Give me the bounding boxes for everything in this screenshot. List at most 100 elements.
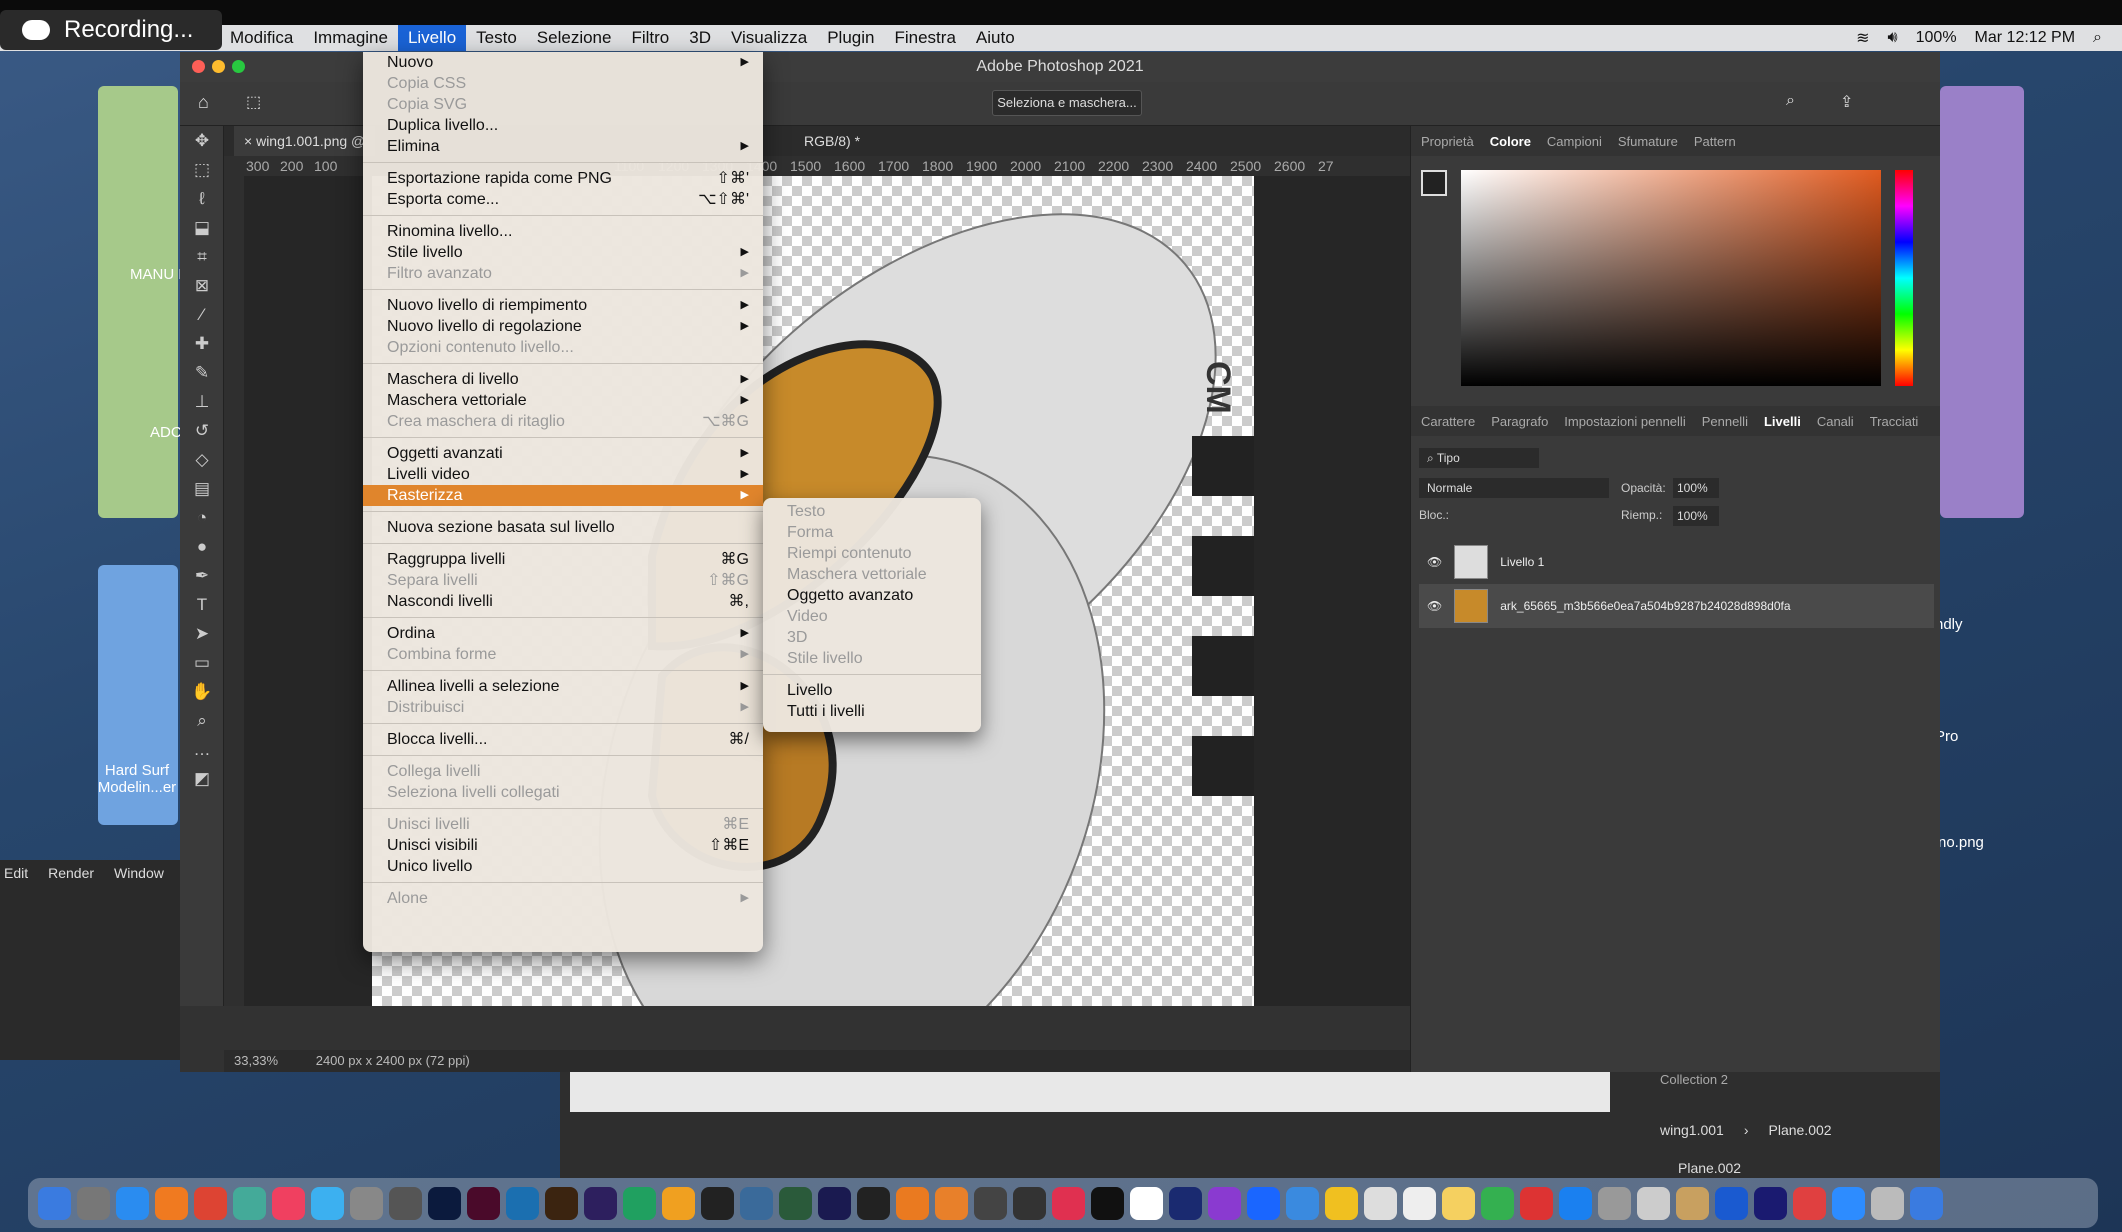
dock-app-firefox-icon[interactable] [155,1186,188,1220]
menu-item-allinea-livelli-a-selezione[interactable]: Allinea livelli a selezione ▶ [363,676,763,697]
dock-app-music-icon[interactable] [272,1186,305,1220]
menu-item-maschera-vettoriale[interactable]: Maschera vettoriale ▶ [363,390,763,411]
menu-item-rasterizza[interactable]: Rasterizza ▶ [363,485,763,506]
minimize-icon[interactable] [212,60,225,73]
tab-paragraph[interactable]: Paragrafo [1491,414,1548,429]
blender-menu-window[interactable]: Window [114,865,164,881]
menu-item-unico-livello[interactable]: Unico livello [363,856,763,877]
lasso-tool-icon[interactable]: ℓ [180,184,224,213]
pen-tool-icon[interactable]: ✒ [180,561,224,590]
blender-menu-edit[interactable]: Edit [4,865,28,881]
fill-input[interactable]: 100% [1673,506,1719,526]
hue-slider[interactable] [1895,170,1913,386]
color-swatches-icon[interactable]: ◩ [180,764,224,793]
marquee-icon[interactable]: ⬚ [246,92,261,112]
dock-app-chrome2-icon[interactable] [1559,1186,1592,1220]
dock-app-preview-icon[interactable] [233,1186,266,1220]
tab-brushes[interactable]: Pennelli [1702,414,1748,429]
dock-app-ai-icon[interactable] [545,1186,578,1220]
menu-item-raggruppa-livelli[interactable]: Raggruppa livelli ⌘G [363,549,763,570]
dock-app-messages-icon[interactable] [311,1186,344,1220]
outliner-item-wing[interactable]: wing1.001 [1660,1122,1724,1138]
menu-filtro[interactable]: Filtro [621,25,679,51]
zoom-tool-icon[interactable]: ⌕ [180,706,224,735]
status-zoom[interactable]: 33,33% [234,1053,278,1068]
menu-item-stile-livello[interactable]: Stile livello ▶ [363,242,763,263]
eraser-tool-icon[interactable]: ◇ [180,445,224,474]
dock-app-numbers-icon[interactable] [1520,1186,1553,1220]
dock-app-sticky-icon[interactable] [1481,1186,1514,1220]
home-icon[interactable]: ⌂ [198,92,209,113]
menu-item-elimina[interactable]: Elimina ▶ [363,136,763,157]
dock-app-arrow-icon[interactable] [974,1186,1007,1220]
menu-item-nuovo[interactable]: Nuovo ▶ [363,52,763,73]
stamp-tool-icon[interactable]: ⊥ [180,387,224,416]
tab-properties[interactable]: Proprietà [1421,134,1474,149]
hand-tool-icon[interactable]: ✋ [180,677,224,706]
tab-brush-settings[interactable]: Impostazioni pennelli [1564,414,1685,429]
move-tool-icon[interactable]: ✥ [180,126,224,155]
maximize-icon[interactable] [232,60,245,73]
menu-item-nuovo-livello-di-riempimento[interactable]: Nuovo livello di riempimento ▶ [363,295,763,316]
layer-row[interactable]: 👁︎ ark_65665_m3b566e0ea7a504b9287b24028d… [1419,584,1934,628]
outliner-item-plane-2[interactable]: Plane.002 [1678,1160,1741,1176]
rectangle-tool-icon[interactable]: ▭ [180,648,224,677]
menu-livello[interactable]: Livello [397,25,467,51]
dock-app-bl-icon[interactable] [1286,1186,1319,1220]
history-brush-icon[interactable]: ↺ [180,416,224,445]
desktop-icon-adc[interactable]: ADC [150,424,182,441]
dock-app-cal-icon[interactable] [1364,1186,1397,1220]
tab-gradients[interactable]: Sfumature [1618,134,1678,149]
blur-tool-icon[interactable]: ◔ [180,503,224,532]
dock-app-an-icon[interactable] [1169,1186,1202,1220]
more-tools-icon[interactable]: … [180,735,224,764]
clock[interactable]: Mar 12:12 PM [1975,29,2075,47]
frame-tool-icon[interactable]: ⊠ [180,271,224,300]
submenu-item-livello[interactable]: Livello [763,680,981,701]
wifi-icon[interactable]: ≋ [1856,28,1869,48]
dock-app-sysprefs-icon[interactable] [1637,1186,1670,1220]
dodge-tool-icon[interactable]: ● [180,532,224,561]
dock-app-blender2-icon[interactable] [935,1186,968,1220]
submenu-item-oggetto-avanzato[interactable]: Oggetto avanzato [763,585,981,606]
dock-app-w-icon[interactable] [1754,1186,1787,1220]
tab-layers[interactable]: Livelli [1764,414,1801,429]
color-picker-field[interactable] [1461,170,1881,386]
eye-icon[interactable]: 👁︎ [1427,555,1442,569]
dock-app-trash-icon[interactable] [1910,1186,1943,1220]
layer-filter-select[interactable]: ⌕ Tipo [1419,448,1539,468]
tab-color[interactable]: Colore [1490,134,1531,149]
blender-menu-render[interactable]: Render [48,865,94,881]
blend-mode-select[interactable]: Normale [1419,478,1609,498]
share-icon[interactable]: ⇪ [1840,92,1853,112]
dock-app-notes-icon[interactable] [1442,1186,1475,1220]
tab-character[interactable]: Carattere [1421,414,1475,429]
menu-item-rinomina-livello[interactable]: Rinomina livello... [363,221,763,242]
gradient-tool-icon[interactable]: ▤ [180,474,224,503]
dock-app-settings-icon[interactable] [350,1186,383,1220]
healing-tool-icon[interactable]: ✚ [180,329,224,358]
dock-app-maps-icon[interactable] [1130,1186,1163,1220]
tab-channels[interactable]: Canali [1817,414,1854,429]
layer-name[interactable]: ark_65665_m3b566e0ea7a504b9287b24028d898… [1500,599,1790,613]
layer-name[interactable]: Livello 1 [1500,555,1544,569]
menu-item-unisci-visibili[interactable]: Unisci visibili ⇧⌘E [363,835,763,856]
dock-app-unity-icon[interactable] [1013,1186,1046,1220]
path-select-tool-icon[interactable]: ➤ [180,619,224,648]
menu-item-blocca-livelli[interactable]: Blocca livelli... ⌘/ [363,729,763,750]
dock-app-ae-icon[interactable] [818,1186,851,1220]
menu-immagine[interactable]: Immagine [303,25,398,51]
search-icon[interactable]: ⌕ [2093,29,2102,47]
outliner-item-plane[interactable]: Plane.002 [1769,1122,1832,1138]
dock-app-q-icon[interactable] [506,1186,539,1220]
close-icon[interactable] [192,60,205,73]
menu-item-esporta-come[interactable]: Esporta come... ⌥⇧⌘' [363,189,763,210]
submenu-item-tutti-i-livelli[interactable]: Tutti i livelli [763,701,981,722]
eyedropper-tool-icon[interactable]: ⁄ [180,300,224,329]
menu-testo[interactable]: Testo [466,25,527,51]
dock-app-zoom-icon[interactable] [1871,1186,1904,1220]
tab-paths[interactable]: Tracciati [1870,414,1919,429]
select-and-mask-button[interactable]: Seleziona e maschera... [992,90,1142,116]
dock-app-flow-icon[interactable] [1832,1186,1865,1220]
desktop-icon-hard-surf[interactable]: Hard Surf Modelin...er [92,762,182,796]
